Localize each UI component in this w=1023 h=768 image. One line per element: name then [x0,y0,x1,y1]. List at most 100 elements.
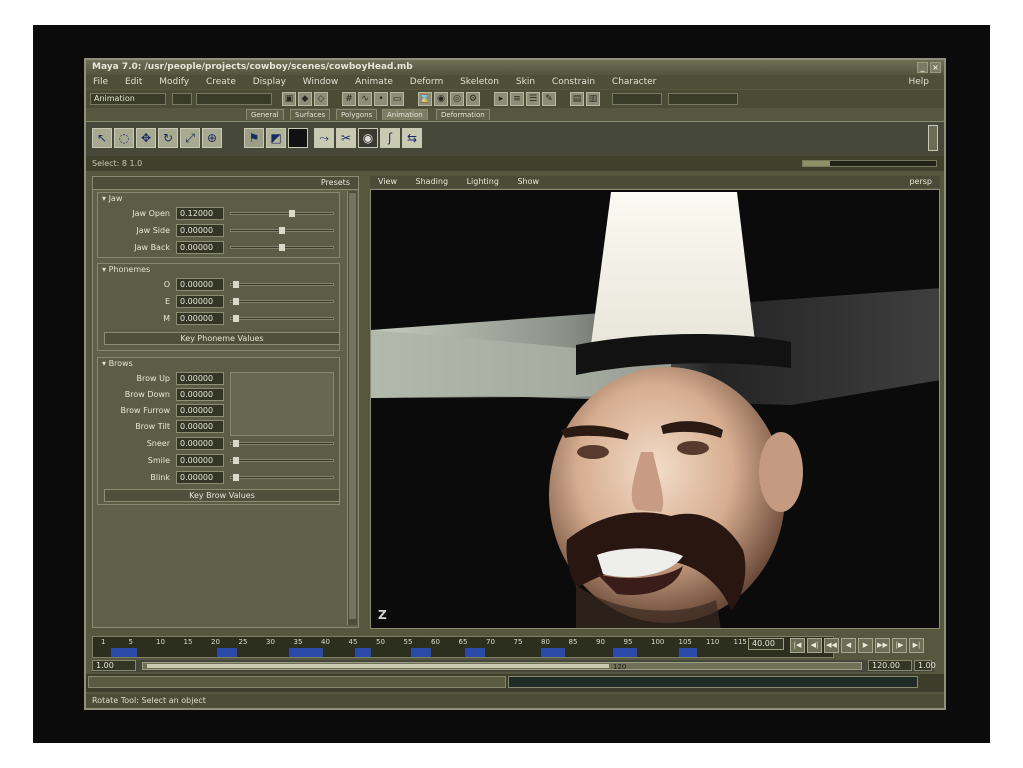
snap-curve-icon[interactable]: ∿ [358,92,372,106]
tool-settings-icon[interactable]: ✎ [542,92,556,106]
select-object-icon[interactable]: ◆ [298,92,312,106]
menu-animate[interactable]: Animate [348,75,400,89]
menu-skeleton[interactable]: Skeleton [453,75,506,89]
time-slider[interactable]: 1 5 10 15 20 25 30 35 40 45 50 55 60 65 70 75 80 85 90 95 10… [92,636,834,658]
graph-editor-icon[interactable]: ◩ [266,128,286,148]
range-bar-fill[interactable] [147,664,609,668]
menu-modify[interactable]: Modify [152,75,196,89]
jaw-open-slider[interactable] [230,210,334,217]
section-title[interactable]: ▾ Brows [98,358,133,369]
range-end-field[interactable]: 120.00 [868,660,912,671]
slider-knob[interactable] [279,244,285,251]
tab-animation[interactable]: Animation [382,109,428,120]
layer-editor-icon[interactable]: ▤ [570,92,584,106]
jaw-open-field[interactable]: 0.12000 [176,207,224,220]
key-brow-button[interactable]: Key Brow Values [104,489,340,502]
viewport-menu-lighting[interactable]: Lighting [459,176,507,188]
section-title[interactable]: ▾ Jaw [98,193,122,204]
new-scene-icon[interactable] [172,93,192,105]
menu-skin[interactable]: Skin [509,75,542,89]
snap-point-icon[interactable]: • [374,92,388,106]
section-title[interactable]: ▾ Phonemes [98,264,150,275]
render-globals-icon[interactable]: ⚙ [466,92,480,106]
shelf-scroll-icon[interactable] [928,125,938,151]
slider-knob[interactable] [233,315,239,322]
channel-box-icon[interactable]: ≡ [510,92,524,106]
go-to-end-icon[interactable]: ▶| [909,638,924,653]
eye-icon[interactable]: ◉ [358,128,378,148]
lasso-tool-icon[interactable]: ◌ [114,128,134,148]
dope-sheet-icon[interactable] [288,128,308,148]
select-component-icon[interactable]: ◇ [314,92,328,106]
step-forward-key-icon[interactable]: |▶ [892,638,907,653]
jaw-side-slider[interactable] [230,227,334,234]
render-icon[interactable]: ◉ [434,92,448,106]
blink-slider[interactable] [230,474,334,481]
phoneme-m-field[interactable]: 0.00000 [176,312,224,325]
viewport-menu-view[interactable]: View [370,176,405,188]
mel-input[interactable] [88,676,506,688]
snap-plane-icon[interactable]: ▭ [390,92,404,106]
phoneme-m-slider[interactable] [230,315,334,322]
outliner-icon[interactable]: ▥ [586,92,600,106]
slider-knob[interactable] [233,298,239,305]
quick-field-dropdown[interactable] [612,93,662,105]
attribute-editor-icon[interactable]: ☰ [526,92,540,106]
slider-knob[interactable] [233,281,239,288]
select-hierarchy-icon[interactable]: ▣ [282,92,296,106]
menu-character[interactable]: Character [605,75,663,89]
slider-knob[interactable] [289,210,295,217]
slider-knob[interactable] [233,457,239,464]
menu-constrain[interactable]: Constrain [545,75,602,89]
set-key-icon[interactable]: ⚑ [244,128,264,148]
brow-down-field[interactable]: 0.00000 [176,388,224,401]
menu-window[interactable]: Window [296,75,346,89]
step-back-icon[interactable]: ◀◀ [824,638,839,653]
select-mode-dropdown[interactable] [196,93,272,105]
select-tool-icon[interactable]: ↖ [92,128,112,148]
tab-surfaces[interactable]: Surfaces [290,109,331,120]
menu-file[interactable]: File [86,75,115,89]
slider-knob[interactable] [233,440,239,447]
minimize-icon[interactable]: _ [917,62,928,73]
selection-dropdown[interactable] [668,93,738,105]
tab-deformation[interactable]: Deformation [436,109,490,120]
snap-grid-icon[interactable]: # [342,92,356,106]
ipr-render-icon[interactable]: ◎ [450,92,464,106]
range-start-field[interactable]: 1.00 [92,660,136,671]
sneer-slider[interactable] [230,440,334,447]
menu-create[interactable]: Create [199,75,243,89]
viewport-menu-shading[interactable]: Shading [408,176,457,188]
sneer-field[interactable]: 0.00000 [176,437,224,450]
go-to-start-icon[interactable]: |◀ [790,638,805,653]
blend-shape-icon[interactable]: ʃ [380,128,400,148]
brow-tilt-field[interactable]: 0.00000 [176,420,224,433]
viewport-menu-show[interactable]: Show [509,176,547,188]
phoneme-e-field[interactable]: 0.00000 [176,295,224,308]
input-line-icon[interactable]: ▸ [494,92,508,106]
panel-scrollbar[interactable] [347,191,357,625]
close-icon[interactable]: × [930,62,941,73]
smile-field[interactable]: 0.00000 [176,454,224,467]
key-phoneme-button[interactable]: Key Phoneme Values [104,332,340,345]
create-clip-icon[interactable]: ✂ [336,128,356,148]
tab-polygons[interactable]: Polygons [336,109,378,120]
phoneme-e-slider[interactable] [230,298,334,305]
rotate-tool-icon[interactable]: ↻ [158,128,178,148]
phoneme-o-field[interactable]: 0.00000 [176,278,224,291]
slider-knob[interactable] [279,227,285,234]
scale-tool-icon[interactable]: ⤢ [180,128,200,148]
range-inner-field[interactable]: 1.00 [914,660,936,671]
menu-help[interactable]: Help [901,75,936,89]
play-back-icon[interactable]: ◀ [841,638,856,653]
jaw-back-slider[interactable] [230,244,334,251]
trax-editor-icon[interactable]: ⤳ [314,128,334,148]
step-forward-icon[interactable]: ▶▶ [875,638,890,653]
menu-display[interactable]: Display [246,75,293,89]
slider-knob[interactable] [233,474,239,481]
scrollbar-thumb[interactable] [349,193,356,619]
tab-general[interactable]: General [246,109,284,120]
move-tool-icon[interactable]: ✥ [136,128,156,148]
perspective-viewport[interactable]: Z [370,189,940,629]
menu-edit[interactable]: Edit [118,75,149,89]
